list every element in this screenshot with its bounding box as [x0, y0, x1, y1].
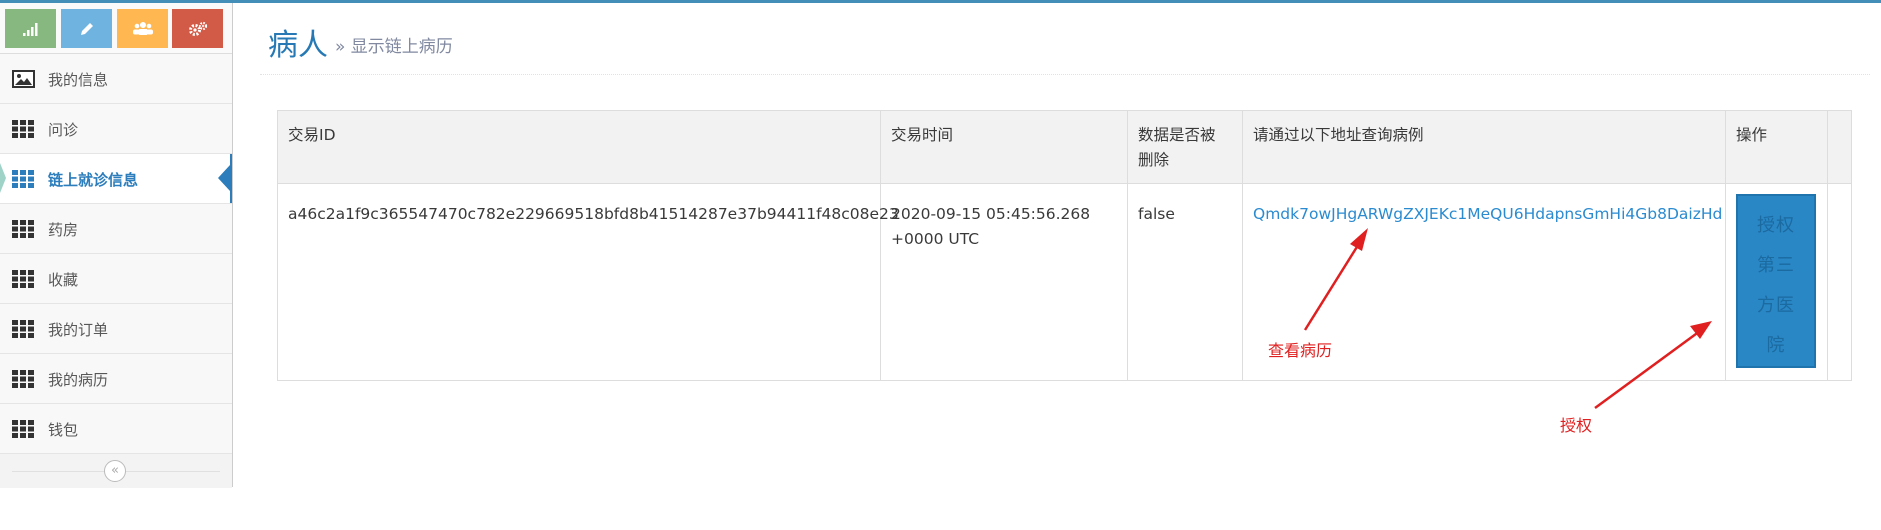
- annotation-arrow-authorize: [1594, 321, 1712, 410]
- annotation-authorize-label: 授权: [1560, 416, 1593, 435]
- annotation-arrow-view-record: [1303, 228, 1368, 331]
- annotation-view-record-label: 查看病历: [1268, 341, 1333, 360]
- annotation-arrows: [1303, 228, 1712, 410]
